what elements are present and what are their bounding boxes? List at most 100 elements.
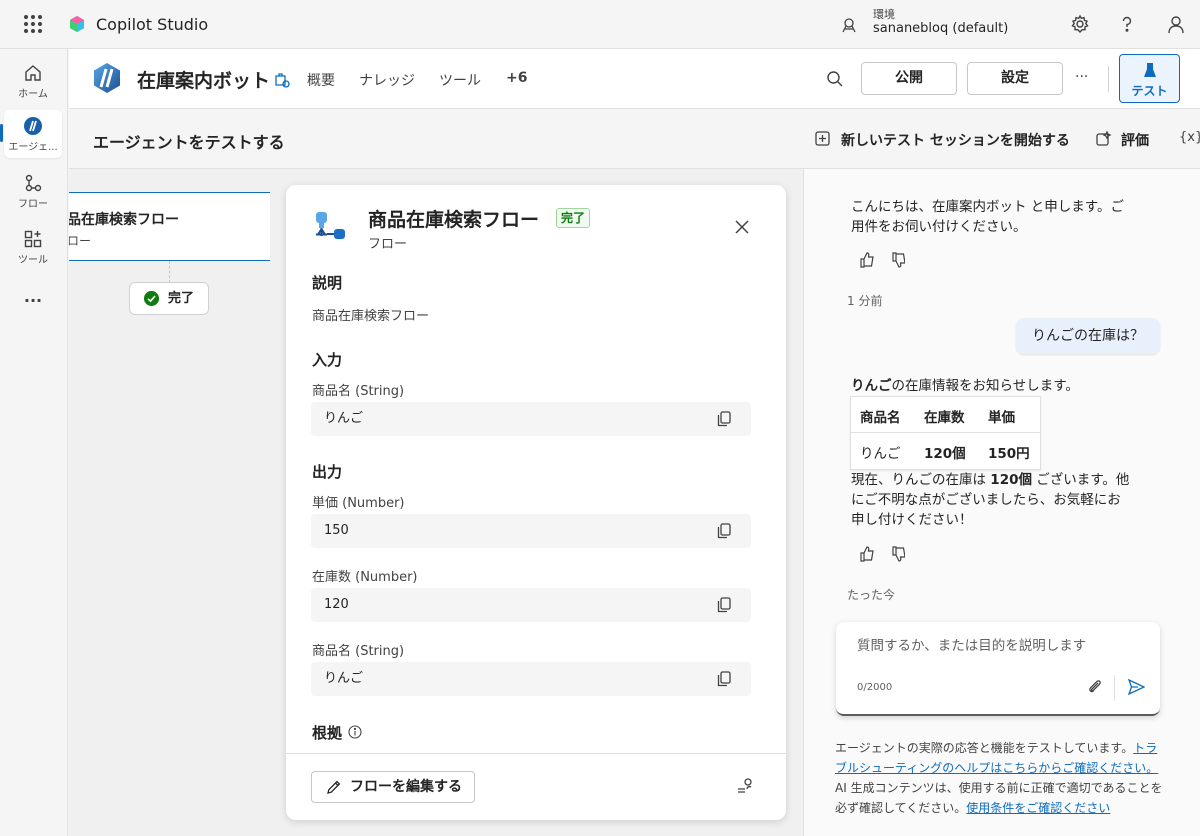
character-counter: 0/2000 bbox=[857, 682, 893, 693]
panel-subtitle: フロー bbox=[368, 237, 408, 252]
flow-node[interactable]: 品在庫検索フロー ロー bbox=[69, 192, 270, 261]
timestamp: 1 分前 bbox=[847, 294, 883, 308]
rail-item-agents[interactable]: エージェ... bbox=[4, 110, 62, 158]
message-line: こんにちは、在庫案内ボット と申します。ご bbox=[851, 199, 1124, 215]
output-field-label: 商品名 (String) bbox=[312, 644, 405, 659]
copy-icon[interactable] bbox=[717, 523, 731, 539]
rail-item-label: フロー bbox=[18, 199, 48, 210]
inventory-table: 商品名 在庫数 単価 りんご 120個 150円 bbox=[850, 396, 1041, 470]
variables-button[interactable]: {x} bbox=[1179, 130, 1200, 145]
check-circle-icon bbox=[144, 291, 159, 306]
field-value: りんご bbox=[324, 411, 364, 426]
evaluate-button[interactable]: 評価 bbox=[1121, 130, 1149, 150]
active-indicator bbox=[0, 124, 3, 142]
timestamp: たった今 bbox=[847, 588, 896, 602]
message-line: 現在、りんごの在庫は 120個 ございます。他 bbox=[851, 470, 1129, 490]
account-icon[interactable] bbox=[1166, 14, 1186, 34]
more-options-icon[interactable]: ··· bbox=[1075, 69, 1088, 85]
tab-knowledge[interactable]: ナレッジ bbox=[359, 70, 415, 90]
table-header: 商品名 bbox=[860, 410, 901, 426]
close-icon[interactable] bbox=[734, 219, 750, 235]
test-header: エージェントをテストする 新しいテスト セッションを開始する 評価 {x} bbox=[69, 109, 1200, 169]
status-badge: 完了 bbox=[556, 208, 591, 228]
view-details-icon[interactable] bbox=[736, 777, 754, 795]
chat-input-placeholder[interactable]: 質問するか、または目的を説明します bbox=[857, 634, 1086, 654]
evaluate-icon bbox=[1096, 130, 1112, 146]
settings-button[interactable]: 設定 bbox=[967, 62, 1063, 95]
tab-overview[interactable]: 概要 bbox=[307, 70, 335, 90]
rail-item-label: エージェ... bbox=[8, 142, 58, 153]
bot-title: 在庫案内ボット bbox=[137, 70, 271, 92]
disclaimer: エージェントの実際の応答と機能をテストしています。トラブルシューティングのヘルプ… bbox=[835, 738, 1165, 818]
top-bar: Copilot Studio 環境 sananebloq (default) bbox=[0, 0, 1200, 49]
flow-node-subtitle: ロー bbox=[69, 234, 92, 248]
edit-flow-button[interactable]: フローを編集する bbox=[311, 771, 475, 803]
gear-icon[interactable] bbox=[1070, 14, 1090, 34]
output-field-label: 在庫数 (Number) bbox=[312, 570, 418, 585]
chat-pane: こんにちは、在庫案内ボット と申します。ご 用件をお伺い付けください。 1 分前… bbox=[803, 169, 1200, 836]
table-header: 在庫数 bbox=[924, 410, 965, 426]
test-button[interactable]: テスト bbox=[1119, 54, 1180, 103]
table-header: 単価 bbox=[988, 410, 1015, 426]
tab-more[interactable]: +6 bbox=[506, 70, 527, 86]
send-icon[interactable] bbox=[1127, 678, 1145, 696]
flow-detail-panel: 商品在庫検索フロー 完了 フロー 説明 商品在庫検索フロー 入力 商品名 (St… bbox=[286, 185, 786, 820]
message-line: にご不明な点がございましたら、お気軽にお bbox=[851, 492, 1121, 508]
message-line: 申し付けください！ bbox=[851, 512, 973, 528]
bot-message-reply: りんごの在庫情報をお知らせします。 bbox=[851, 376, 1079, 396]
publish-button[interactable]: 公開 bbox=[861, 62, 957, 95]
done-node[interactable]: 完了 bbox=[129, 282, 209, 315]
message-bold: 120個 bbox=[990, 472, 1032, 488]
copy-icon[interactable] bbox=[717, 671, 731, 687]
done-node-label: 完了 bbox=[168, 291, 195, 306]
table-row: りんご 120個 150円 bbox=[851, 433, 1040, 469]
tab-tools[interactable]: ツール bbox=[439, 70, 481, 90]
environment-selector[interactable]: sananebloq (default) bbox=[873, 21, 1008, 36]
flow-icon bbox=[25, 174, 42, 192]
rail-item-label: ツール bbox=[18, 255, 48, 266]
rail-item-home[interactable]: ホーム bbox=[4, 57, 62, 105]
rail-item-tools[interactable]: ツール bbox=[4, 223, 62, 271]
disclaimer-text: エージェントの実際の応答と機能をテストしています。 bbox=[835, 741, 1134, 755]
copy-icon[interactable] bbox=[717, 411, 731, 427]
add-icon bbox=[815, 131, 830, 146]
info-icon[interactable] bbox=[348, 725, 362, 739]
more-icon[interactable]: ... bbox=[4, 287, 62, 313]
flow-node-title: 品在庫検索フロー bbox=[69, 212, 179, 228]
chat-input-box[interactable]: 質問するか、または目的を説明します 0/2000 bbox=[836, 622, 1160, 716]
copy-icon[interactable] bbox=[717, 597, 731, 613]
panel-title: 商品在庫検索フロー bbox=[368, 209, 540, 231]
message-text: 現在、りんごの在庫は bbox=[851, 472, 991, 488]
bot-settings-icon[interactable] bbox=[273, 71, 291, 89]
output-field-value: 120 bbox=[311, 588, 751, 622]
tools-icon bbox=[24, 230, 42, 248]
description-text: 商品在庫検索フロー bbox=[312, 309, 430, 324]
attach-icon[interactable] bbox=[1087, 679, 1103, 695]
edit-flow-label: フローを編集する bbox=[350, 779, 462, 795]
input-field-label: 商品名 (String) bbox=[312, 384, 405, 399]
help-icon[interactable] bbox=[1117, 14, 1137, 34]
feedback-icons[interactable] bbox=[859, 251, 905, 269]
feedback-icons[interactable] bbox=[859, 545, 905, 563]
search-icon[interactable] bbox=[826, 70, 844, 88]
reply-text: の在庫情報をお知らせします。 bbox=[891, 378, 1079, 394]
app-launcher-icon[interactable] bbox=[24, 15, 42, 33]
message-text: ございます。他 bbox=[1031, 472, 1130, 488]
app-name: Copilot Studio bbox=[96, 15, 209, 34]
reply-bold: りんご bbox=[851, 378, 892, 394]
new-session-button[interactable]: 新しいテスト セッションを開始する bbox=[841, 130, 1070, 150]
bot-message-greeting: こんにちは、在庫案内ボット と申します。ご 用件をお伺い付けください。 bbox=[851, 197, 1124, 237]
rail-item-flows[interactable]: フロー bbox=[4, 167, 62, 215]
test-pane-title: エージェントをテストする bbox=[93, 133, 285, 152]
table-header-row: 商品名 在庫数 単価 bbox=[851, 397, 1040, 433]
terms-link[interactable]: 使用条件をご確認ください bbox=[966, 801, 1110, 815]
left-rail: ホーム エージェ... フロー ツール ... bbox=[0, 49, 68, 836]
environment-icon bbox=[842, 18, 856, 33]
input-field-value: りんご bbox=[311, 402, 751, 436]
panel-footer: フローを編集する bbox=[286, 753, 786, 820]
flow-action-icon bbox=[316, 212, 345, 239]
pencil-icon bbox=[327, 780, 341, 794]
table-cell: りんご bbox=[860, 446, 901, 462]
input-heading: 入力 bbox=[312, 351, 343, 369]
field-value: 150 bbox=[324, 523, 349, 538]
